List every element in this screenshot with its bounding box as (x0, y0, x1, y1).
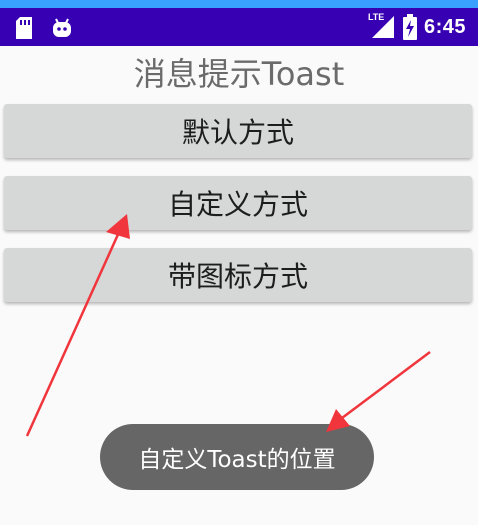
status-bar: LTE 6:45 (0, 8, 478, 46)
battery-charging-icon (402, 14, 418, 40)
icon-toast-button[interactable]: 带图标方式 (4, 248, 472, 302)
default-toast-button[interactable]: 默认方式 (4, 104, 472, 158)
toast-message: 自定义Toast的位置 (100, 424, 374, 490)
android-icon (50, 16, 74, 44)
top-strip (0, 0, 478, 8)
lte-signal-icon: LTE (367, 12, 396, 40)
annotation-arrow-to-toast (326, 351, 431, 432)
lte-label: LTE (367, 12, 385, 22)
page-title: 消息提示Toast (133, 55, 345, 93)
status-time: 6:45 (423, 15, 466, 38)
custom-toast-button[interactable]: 自定义方式 (4, 176, 472, 230)
sd-card-icon (14, 16, 34, 44)
